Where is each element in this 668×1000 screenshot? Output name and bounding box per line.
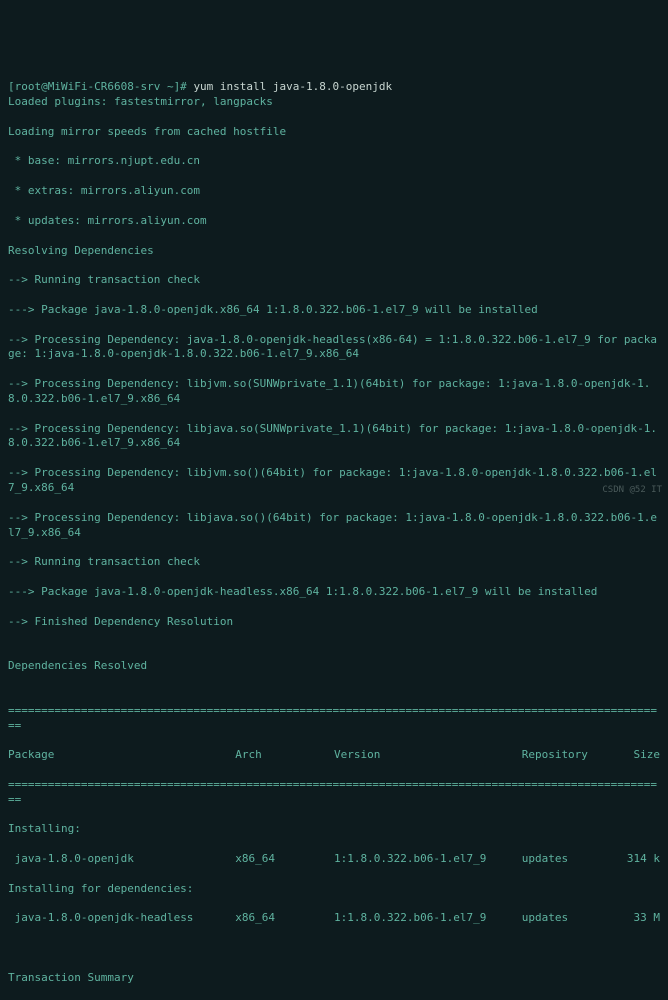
- terminal-output: [root@MiWiFi-CR6608-srv ~]# yum install …: [8, 65, 660, 1000]
- output-line: --> Finished Dependency Resolution: [8, 615, 660, 630]
- cell-repository: updates: [522, 852, 611, 867]
- output-line: --> Running transaction check: [8, 273, 660, 288]
- transaction-summary: Transaction Summary: [8, 971, 660, 986]
- shell-command[interactable]: yum install java-1.8.0-openjdk: [193, 80, 392, 93]
- cell-package: java-1.8.0-openjdk-headless: [8, 911, 235, 926]
- cell-size: 33 M: [611, 911, 660, 926]
- divider: ========================================…: [8, 778, 660, 808]
- table-header: PackageArchVersionRepositorySize: [8, 748, 660, 763]
- output-line: Loading mirror speeds from cached hostfi…: [8, 125, 660, 140]
- table-row: java-1.8.0-openjdk-headlessx86_641:1.8.0…: [8, 911, 660, 926]
- blank-line: [8, 941, 660, 956]
- output-line: * base: mirrors.njupt.edu.cn: [8, 154, 660, 169]
- section-deps: Installing for dependencies:: [8, 882, 660, 897]
- cell-arch: x86_64: [235, 911, 334, 926]
- output-line: --> Processing Dependency: libjvm.so(SUN…: [8, 377, 660, 407]
- table-row: java-1.8.0-openjdkx86_641:1.8.0.322.b06-…: [8, 852, 660, 867]
- output-line: Loaded plugins: fastestmirror, langpacks: [8, 95, 660, 110]
- cell-version: 1:1.8.0.322.b06-1.el7_9: [334, 911, 522, 926]
- watermark: CSDN @52 IT: [602, 484, 662, 496]
- cell-package: java-1.8.0-openjdk: [8, 852, 235, 867]
- col-repository: Repository: [522, 748, 611, 763]
- output-line: --> Processing Dependency: libjava.so(SU…: [8, 422, 660, 452]
- cell-version: 1:1.8.0.322.b06-1.el7_9: [334, 852, 522, 867]
- col-arch: Arch: [235, 748, 334, 763]
- col-package: Package: [8, 748, 235, 763]
- output-line: --> Processing Dependency: java-1.8.0-op…: [8, 333, 660, 363]
- output-line: * updates: mirrors.aliyun.com: [8, 214, 660, 229]
- output-line: ---> Package java-1.8.0-openjdk-headless…: [8, 585, 660, 600]
- cell-arch: x86_64: [235, 852, 334, 867]
- divider: ========================================…: [8, 704, 660, 734]
- section-installing: Installing:: [8, 822, 660, 837]
- output-line: Resolving Dependencies: [8, 244, 660, 259]
- output-line: * extras: mirrors.aliyun.com: [8, 184, 660, 199]
- output-line: Dependencies Resolved: [8, 659, 660, 674]
- output-line: --> Processing Dependency: libjava.so()(…: [8, 511, 660, 541]
- output-line: --> Processing Dependency: libjvm.so()(6…: [8, 466, 660, 496]
- cell-repository: updates: [522, 911, 611, 926]
- cell-size: 314 k: [611, 852, 660, 867]
- output-line: --> Running transaction check: [8, 555, 660, 570]
- shell-prompt: [root@MiWiFi-CR6608-srv ~]#: [8, 80, 193, 93]
- output-line: ---> Package java-1.8.0-openjdk.x86_64 1…: [8, 303, 660, 318]
- col-size: Size: [611, 748, 660, 763]
- col-version: Version: [334, 748, 522, 763]
